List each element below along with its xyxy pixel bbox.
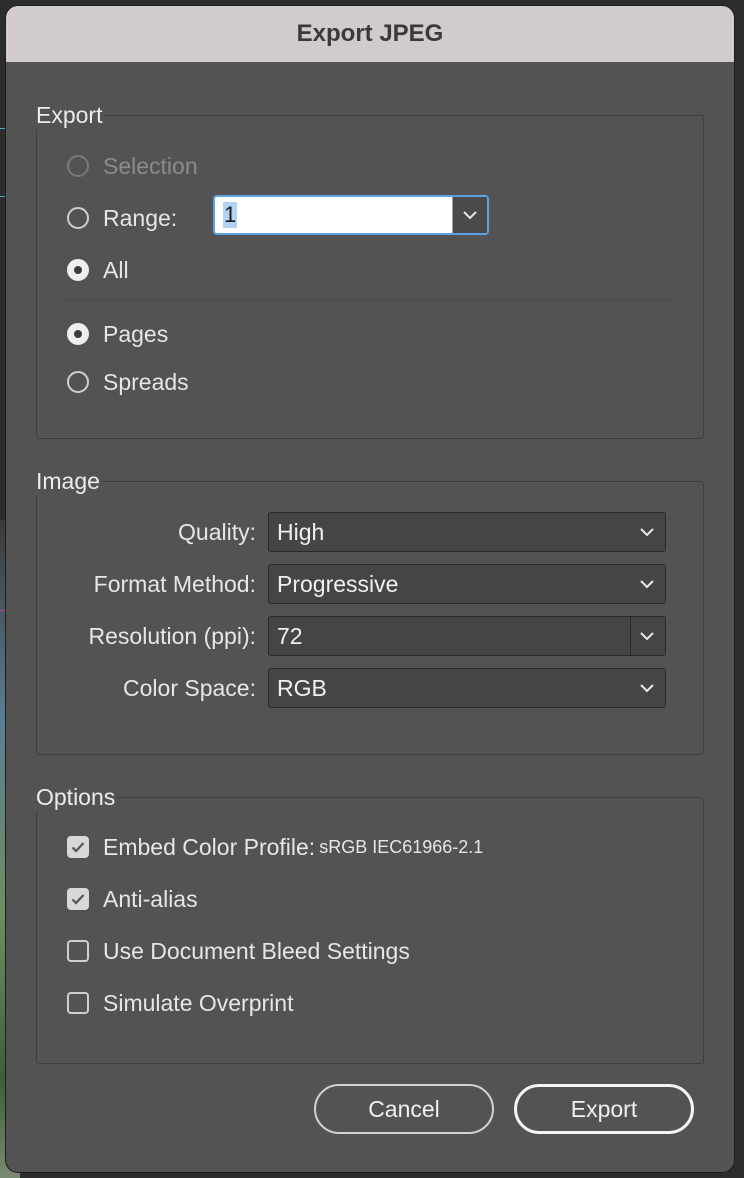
selection-radio[interactable]: Selection	[67, 151, 198, 181]
radio-icon	[67, 155, 89, 177]
embed-color-profile-label: Embed Color Profile:	[103, 833, 316, 860]
simulate-overprint-checkbox[interactable]: Simulate Overprint	[67, 988, 293, 1018]
embed-color-profile-checkbox[interactable]: Embed Color Profile: sRGB IEC61966-2.1	[67, 832, 483, 862]
radio-icon	[67, 259, 89, 281]
range-label: Range:	[103, 204, 178, 231]
selection-label: Selection	[103, 152, 198, 179]
resolution-value[interactable]: 72	[277, 623, 303, 649]
checkmark-icon	[71, 894, 85, 905]
color-space-label: Color Space:	[123, 675, 256, 701]
chevron-down-icon[interactable]	[639, 617, 655, 655]
pages-radio[interactable]: Pages	[67, 319, 168, 349]
combo-divider	[630, 617, 631, 655]
embed-color-profile-value: sRGB IEC61966-2.1	[319, 836, 484, 857]
simulate-overprint-label: Simulate Overprint	[103, 989, 294, 1016]
export-jpeg-dialog: Export JPEG Export Selection Range: 1 Al…	[6, 6, 734, 1172]
anti-alias-checkbox[interactable]: Anti-alias	[67, 884, 198, 914]
use-document-bleed-label: Use Document Bleed Settings	[103, 937, 410, 964]
pages-label: Pages	[103, 320, 169, 347]
chevron-down-icon	[639, 669, 655, 707]
export-button[interactable]: Export	[514, 1084, 694, 1134]
all-label: All	[103, 256, 129, 283]
color-space-value: RGB	[277, 675, 327, 701]
chevron-down-icon	[639, 513, 655, 551]
checkbox-icon	[67, 836, 89, 858]
range-dropdown-button[interactable]	[452, 197, 487, 233]
export-divider	[64, 300, 676, 301]
format-method-label: Format Method:	[93, 571, 256, 597]
chevron-down-icon	[463, 211, 477, 220]
all-radio[interactable]: All	[67, 255, 129, 285]
radio-icon	[67, 371, 89, 393]
image-group-title: Image	[34, 468, 102, 495]
chevron-down-icon	[639, 565, 655, 603]
quality-value: High	[277, 519, 325, 545]
range-radio[interactable]: Range:	[67, 203, 177, 233]
cancel-button[interactable]: Cancel	[314, 1084, 494, 1134]
spreads-radio[interactable]: Spreads	[67, 367, 189, 397]
options-group-title: Options	[34, 784, 118, 811]
spreads-label: Spreads	[103, 368, 189, 395]
export-group-title: Export	[34, 102, 105, 129]
resolution-label: Resolution (ppi):	[88, 623, 256, 649]
color-space-select[interactable]: RGB	[268, 668, 666, 708]
anti-alias-label: Anti-alias	[103, 885, 198, 912]
format-method-select[interactable]: Progressive	[268, 564, 666, 604]
radio-icon	[67, 207, 89, 229]
resolution-combobox[interactable]: 72	[268, 616, 666, 656]
checkmark-icon	[71, 842, 85, 853]
checkbox-icon	[67, 940, 89, 962]
checkbox-icon	[67, 992, 89, 1014]
quality-select[interactable]: High	[268, 512, 666, 552]
use-document-bleed-checkbox[interactable]: Use Document Bleed Settings	[67, 936, 410, 966]
quality-label: Quality:	[178, 519, 256, 545]
range-input[interactable]: 1	[215, 197, 452, 233]
dialog-title: Export JPEG	[6, 6, 734, 62]
format-method-value: Progressive	[277, 571, 399, 597]
range-input-value: 1	[223, 202, 238, 228]
radio-icon	[67, 323, 89, 345]
checkbox-icon	[67, 888, 89, 910]
range-combobox[interactable]: 1	[213, 195, 489, 235]
